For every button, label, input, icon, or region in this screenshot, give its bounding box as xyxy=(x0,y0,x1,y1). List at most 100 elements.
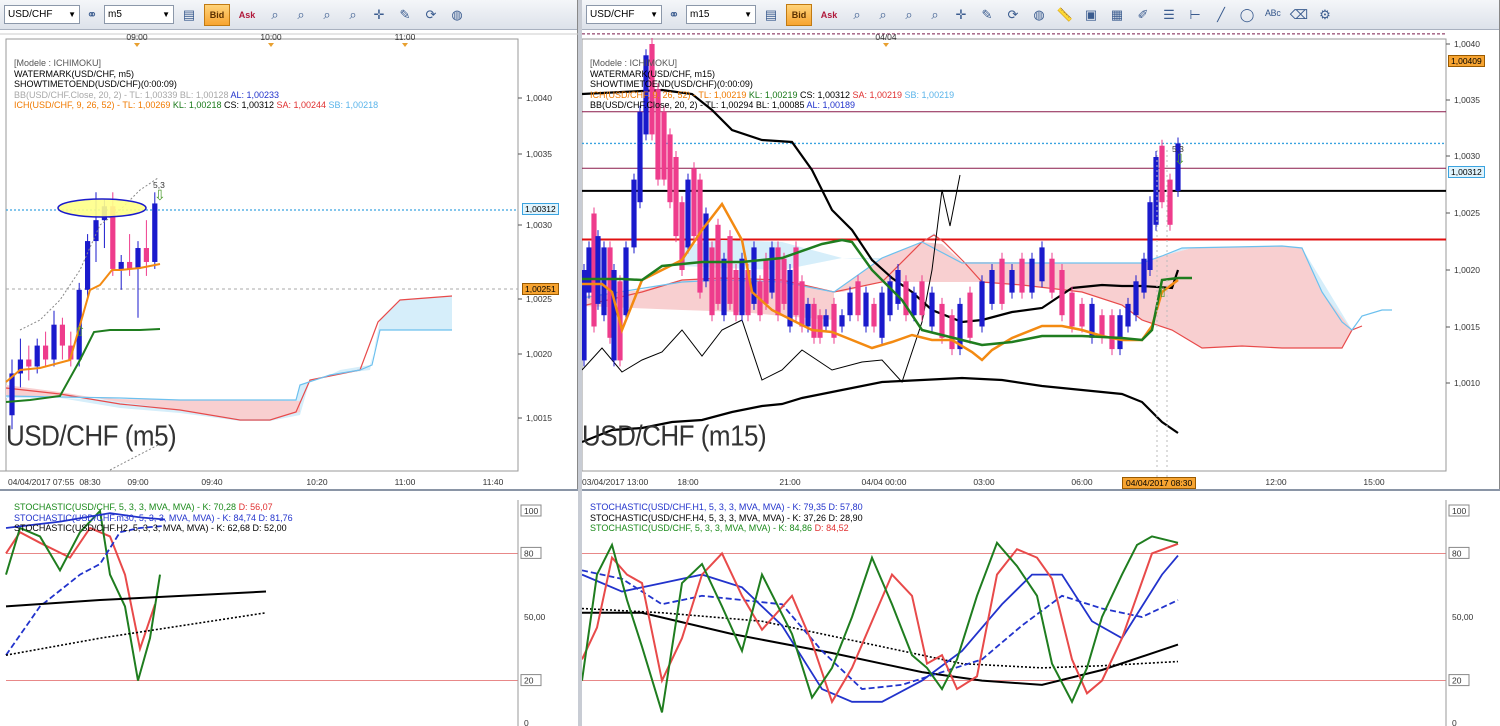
zoom-fit-icon[interactable]: ⌕ xyxy=(316,4,338,26)
globe-icon[interactable]: ◍ xyxy=(446,4,468,26)
template-icon[interactable]: ✎ xyxy=(394,4,416,26)
zoom-fit-icon[interactable]: ⌕ xyxy=(898,4,920,26)
legend-value: ICH(USD/CHF, 9, 26, 52) - TL: 1,00219 xyxy=(590,89,749,100)
time-label: 09:40 xyxy=(201,477,223,487)
legend-value: CS: 1,00312 xyxy=(799,89,853,100)
zoom-reset-icon[interactable]: ⌕ xyxy=(342,4,364,26)
stochastic-legend: STOCHASTIC(USD/CHF, 5, 3, 3, MVA, MVA) -… xyxy=(14,502,293,534)
text-line-icon[interactable]: ⊢ xyxy=(1184,4,1206,26)
eraser-icon[interactable]: ⌫ xyxy=(1288,4,1310,26)
top-time-label: 11:00 xyxy=(395,32,416,42)
timeframe-select[interactable]: m15 ▼ xyxy=(686,5,756,24)
candle-body xyxy=(823,315,829,327)
candle-body xyxy=(135,248,141,269)
price-label: 1,0025 xyxy=(1454,208,1480,218)
ellipse-icon[interactable]: ◯ xyxy=(1236,4,1258,26)
crosshair-icon[interactable]: ✛ xyxy=(950,4,972,26)
legend-value: KL: 1,00218 xyxy=(172,100,224,110)
candle-body xyxy=(1029,258,1035,293)
chevron-down-icon: ▼ xyxy=(162,10,170,19)
time-label: 09:00 xyxy=(127,477,149,487)
timeframe-select[interactable]: m5 ▼ xyxy=(104,5,174,24)
legend-line: ICH(USD/CHF, 9, 26, 52) - TL: 1,00269 KL… xyxy=(14,100,378,111)
marker-price-tag: 1,00251 xyxy=(522,283,559,295)
globe-icon[interactable]: ◍ xyxy=(1028,4,1050,26)
legend-line: SHOWTIMETOEND(USD/CHF)(0:00:09) xyxy=(14,79,177,89)
legend-line: WATERMARK(USD/CHF, m5) xyxy=(14,68,134,79)
legend-line: STOCHASTIC(USD/CHF.H4, 5, 3, 3, MVA, MVA… xyxy=(590,513,863,524)
lines-icon[interactable]: ☰ xyxy=(1158,4,1180,26)
hierarchy-icon[interactable]: ⚙ xyxy=(1314,4,1336,26)
symbol-select[interactable]: USD/CHF ▼ xyxy=(586,5,662,24)
buy-arrow-icon: ⇩ xyxy=(154,187,166,203)
chart-pane-m5: USD/CHF ▼ ⚭ m5 ▼ ▤ Bid Ask ⌕ ⌕ ⌕ ⌕ ✛ ✎ ⟳ ◍… xyxy=(0,0,578,726)
price-label: 1,0015 xyxy=(526,413,552,423)
indicator-legend: [Modele : ICHIMOKU] WATERMARK(USD/CHF, m1… xyxy=(590,58,954,111)
candle-body xyxy=(739,258,745,316)
text-tool-icon[interactable]: ᴬᴮᶜ xyxy=(1262,4,1284,26)
legend-line: STOCHASTIC(USD/CHF, 5, 3, 3, MVA, MVA) -… xyxy=(590,523,863,534)
zoom-in-icon[interactable]: ⌕ xyxy=(846,4,868,26)
buy-arrow-icon: ⇧ xyxy=(74,323,86,339)
chart-canvas-m15[interactable]: 04/041,00401,00351,00301,00251,00201,001… xyxy=(582,30,1500,726)
candle-body xyxy=(26,359,32,367)
candle-body xyxy=(967,292,973,338)
candle-body xyxy=(43,345,49,360)
candle-body xyxy=(51,324,57,360)
chevron-down-icon: ▼ xyxy=(650,10,658,19)
zoom-reset-icon[interactable]: ⌕ xyxy=(924,4,946,26)
chart-canvas-m5[interactable]: 09:00 10:00 11:001,00401,00351,00301,00251… xyxy=(0,30,578,726)
legend-value: SB: 1,00218 xyxy=(328,100,379,110)
chevron-down-icon: ▼ xyxy=(68,10,76,19)
time-label: 03:00 xyxy=(973,477,995,487)
bid-button[interactable]: Bid xyxy=(204,3,230,26)
chart-type-icon[interactable]: ▤ xyxy=(760,4,782,26)
candle-body xyxy=(989,270,995,304)
time-label: 04/04 00:00 xyxy=(862,477,907,487)
chain-link-icon[interactable]: ⚭ xyxy=(84,4,100,26)
bid-button[interactable]: Bid xyxy=(786,3,812,26)
top-time-label: 09:00 xyxy=(126,32,148,42)
refresh-icon[interactable]: ⟳ xyxy=(1002,4,1024,26)
price-label: 1,0020 xyxy=(526,349,552,359)
layout-icon[interactable]: ▦ xyxy=(1106,4,1128,26)
candle-body xyxy=(855,281,861,316)
candle-body xyxy=(691,168,697,237)
candle-body xyxy=(805,303,811,327)
ask-button[interactable]: Ask xyxy=(816,4,842,26)
symbol-select[interactable]: USD/CHF ▼ xyxy=(4,5,80,24)
candle-body xyxy=(661,111,667,180)
candle-body xyxy=(1117,315,1123,350)
zoom-in-icon[interactable]: ⌕ xyxy=(264,4,286,26)
chain-link-icon[interactable]: ⚭ xyxy=(666,4,682,26)
candle-body xyxy=(847,292,853,316)
candle-body xyxy=(1159,145,1165,203)
current-time-tag: 04/04/2017 08:30 xyxy=(1122,477,1197,489)
refresh-icon[interactable]: ⟳ xyxy=(420,4,442,26)
current-price-tag: 1,00312 xyxy=(1448,166,1485,178)
crosshair-icon[interactable]: ✛ xyxy=(368,4,390,26)
top-price-tag: 1,00409 xyxy=(1448,55,1485,67)
candle-body xyxy=(721,258,727,316)
legend-value: STOCHASTIC(USD/CHF.H2, 5, 3, 3, MVA, MVA… xyxy=(14,523,287,533)
legend-line: STOCHASTIC(USD/CHF.H2, 5, 3, 3, MVA, MVA… xyxy=(14,523,293,534)
buy-arrow-icon: ⇩ xyxy=(1174,151,1186,167)
trend-line-icon[interactable]: ╱ xyxy=(1210,4,1232,26)
chevron-down-icon: ▼ xyxy=(744,10,752,19)
time-label: 11:00 xyxy=(395,477,416,487)
candle-body xyxy=(1147,202,1153,270)
zoom-out-icon[interactable]: ⌕ xyxy=(290,4,312,26)
candle-body xyxy=(586,247,592,293)
ruler-icon[interactable]: 📏 xyxy=(1054,4,1076,26)
draw-tools-icon[interactable]: ✐ xyxy=(1132,4,1154,26)
time-label: 10:20 xyxy=(306,477,328,487)
candle-body xyxy=(769,247,775,293)
candle-body xyxy=(949,315,955,350)
zoom-out-icon[interactable]: ⌕ xyxy=(872,4,894,26)
image-icon[interactable]: ▣ xyxy=(1080,4,1102,26)
chart-type-icon[interactable]: ▤ xyxy=(178,4,200,26)
legend-value: D: 56,07 xyxy=(238,502,273,512)
template-icon[interactable]: ✎ xyxy=(976,4,998,26)
ask-button[interactable]: Ask xyxy=(234,4,260,26)
candle-body xyxy=(929,292,935,327)
